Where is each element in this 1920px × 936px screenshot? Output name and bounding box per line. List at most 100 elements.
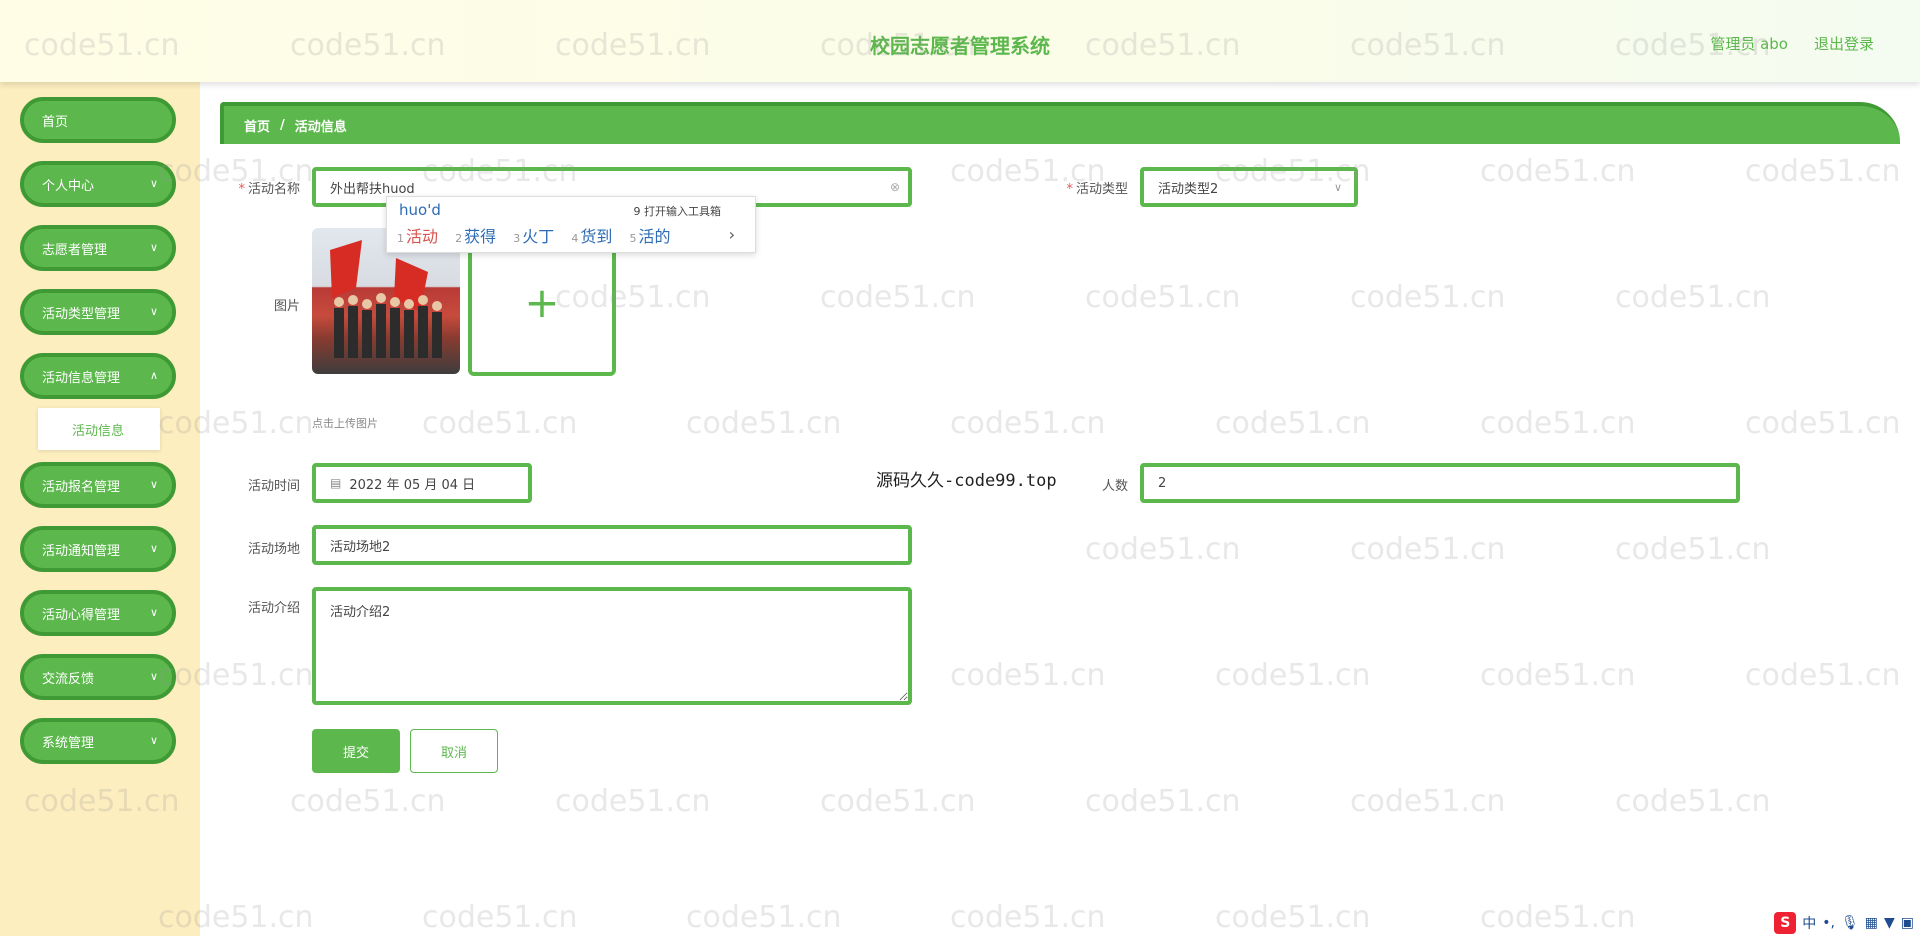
count-label: 人数	[1101, 479, 1128, 494]
sidebar-item-experience-management[interactable]: 活动心得管理 ∨	[20, 590, 176, 636]
watermark-text: code51.cn	[1350, 784, 1506, 819]
calendar-icon: ▤	[330, 476, 342, 490]
ime-candidate[interactable]: 4 货到	[571, 227, 612, 246]
sidebar-subitem-label: 活动信息	[72, 423, 125, 439]
watermark-text: code51.cn	[1480, 900, 1636, 935]
watermark-text: code51.cn	[1350, 280, 1506, 315]
watermark-text: code51.cn	[1615, 532, 1771, 567]
keyboard-icon[interactable]: ▦	[1865, 915, 1878, 931]
sidebar-item-system-management[interactable]: 系统管理 ∨	[20, 718, 176, 764]
submit-button[interactable]: 提交	[312, 729, 400, 773]
top-header: 校园志愿者管理系统 管理员 abo 退出登录	[0, 0, 1920, 82]
ime-candidates: 1 活动 2 获得 3 火丁 4 货到 5 活的	[397, 223, 682, 247]
ime-candidate[interactable]: 1 活动	[397, 227, 438, 246]
watermark-text: code51.cn	[422, 406, 578, 441]
watermark-text: code51.cn	[820, 784, 976, 819]
upload-tip: 点击上传图片	[312, 417, 378, 430]
chevron-right-icon[interactable]: ›	[729, 225, 735, 244]
activity-name-label: * 活动名称	[238, 182, 300, 197]
activity-place-input[interactable]: 活动场地2	[312, 525, 912, 565]
watermark-text: code51.cn	[1480, 658, 1636, 693]
chevron-down-icon: ∨	[149, 542, 158, 555]
activity-type-value: 活动类型2	[1158, 181, 1219, 197]
watermark-text: code51.cn	[290, 784, 446, 819]
sidebar-item-label: 系统管理	[42, 735, 95, 751]
sidebar-subitem-activity-info[interactable]: 活动信息	[38, 408, 160, 450]
breadcrumb-separator: /	[280, 117, 285, 133]
watermark-text: code51.cn	[1480, 406, 1636, 441]
sidebar-item-label: 活动通知管理	[42, 543, 121, 559]
breadcrumb-home[interactable]: 首页	[244, 116, 270, 135]
sidebar-item-label: 活动报名管理	[42, 479, 121, 495]
watermark-text: code51.cn	[1745, 658, 1901, 693]
ime-candidate[interactable]: 3 火丁	[513, 227, 554, 246]
watermark-text: code51.cn	[950, 900, 1106, 935]
activity-time-value: 2022 年 05 月 04 日	[349, 477, 476, 493]
sidebar-item-personal-center[interactable]: 个人中心 ∨	[20, 161, 176, 207]
punctuation-icon[interactable]: •,	[1822, 915, 1835, 931]
ime-candidate[interactable]: 2 获得	[455, 227, 496, 246]
ime-logo-icon[interactable]: S	[1774, 912, 1797, 934]
overlay-watermark-text: 源码久久-code99.top	[876, 471, 1057, 491]
skin-icon[interactable]: ▼	[1884, 915, 1895, 931]
chevron-down-icon: ∨	[1333, 180, 1342, 194]
watermark-text: code51.cn	[555, 784, 711, 819]
watermark-text: code51.cn	[1745, 154, 1901, 189]
breadcrumb-current: 活动信息	[294, 119, 347, 135]
ime-language-toggle[interactable]: 中	[1802, 913, 1816, 933]
watermark-text: code51.cn	[1350, 532, 1506, 567]
sidebar-item-label: 志愿者管理	[42, 242, 108, 258]
watermark-text: code51.cn	[950, 658, 1106, 693]
count-value: 2	[1158, 475, 1167, 491]
sidebar-item-volunteer-management[interactable]: 志愿者管理 ∨	[20, 225, 176, 271]
sidebar-item-notice-management[interactable]: 活动通知管理 ∨	[20, 526, 176, 572]
watermark-text: code51.cn	[1215, 406, 1371, 441]
chevron-down-icon: ∨	[149, 670, 158, 683]
watermark-text: code51.cn	[820, 280, 976, 315]
activity-time-datepicker[interactable]: ▤ 2022 年 05 月 04 日	[312, 463, 532, 503]
watermark-text: code51.cn	[1615, 280, 1771, 315]
activity-place-value: 活动场地2	[330, 539, 391, 555]
sidebar-item-activity-info-management[interactable]: 活动信息管理 ∧	[20, 353, 176, 399]
watermark-text: code51.cn	[686, 406, 842, 441]
ime-toolbox-link[interactable]: 9 打开输入工具箱	[634, 203, 722, 219]
chevron-down-icon: ∨	[149, 606, 158, 619]
sidebar-item-home[interactable]: 首页	[20, 97, 176, 143]
sidebar: 首页 个人中心 ∨ 志愿者管理 ∨ 活动类型管理 ∨ 活动信息管理 ∧ 活动信息…	[0, 82, 200, 936]
watermark-text: code51.cn	[1615, 784, 1771, 819]
count-input[interactable]: 2	[1140, 463, 1740, 503]
toolbox-grid-icon[interactable]: ▣	[1901, 915, 1914, 931]
microphone-icon[interactable]: 🎙	[1841, 915, 1859, 931]
watermark-text: code51.cn	[950, 406, 1106, 441]
breadcrumb: 首页 / 活动信息	[220, 102, 1900, 144]
sidebar-item-label: 个人中心	[42, 178, 95, 194]
watermark-text: code51.cn	[686, 900, 842, 935]
sidebar-item-signup-management[interactable]: 活动报名管理 ∨	[20, 462, 176, 508]
chevron-down-icon: ∨	[149, 305, 158, 318]
cancel-button[interactable]: 取消	[410, 729, 498, 773]
required-mark: *	[1066, 182, 1073, 197]
activity-intro-textarea[interactable]: 活动介绍2	[312, 587, 912, 705]
ime-tray: S 中 •, 🎙 ▦ ▼ ▣	[1774, 912, 1914, 934]
activity-time-label: 活动时间	[247, 479, 300, 494]
sidebar-item-label: 活动类型管理	[42, 306, 121, 322]
user-name: 管理员 abo	[1710, 35, 1788, 53]
clear-icon[interactable]: ⊗	[890, 180, 900, 194]
watermark-text: code51.cn	[1215, 900, 1371, 935]
sidebar-item-feedback[interactable]: 交流反馈 ∨	[20, 654, 176, 700]
sidebar-item-activity-type-management[interactable]: 活动类型管理 ∨	[20, 289, 176, 335]
sidebar-item-label: 活动信息管理	[42, 370, 121, 386]
sidebar-item-label: 活动心得管理	[42, 607, 121, 623]
image-label: 图片	[273, 299, 300, 314]
required-mark: *	[238, 182, 245, 197]
ime-candidate[interactable]: 5 活的	[629, 227, 670, 246]
plus-icon: +	[524, 277, 560, 327]
chevron-down-icon: ∨	[149, 241, 158, 254]
chevron-down-icon: ∨	[149, 734, 158, 747]
logout-link[interactable]: 退出登录	[1814, 33, 1874, 54]
activity-type-select[interactable]: 活动类型2 ∨	[1140, 167, 1358, 207]
watermark-text: code51.cn	[1480, 154, 1636, 189]
watermark-text: code51.cn	[422, 900, 578, 935]
watermark-text: code51.cn	[1085, 532, 1241, 567]
chevron-down-icon: ∨	[149, 478, 158, 491]
